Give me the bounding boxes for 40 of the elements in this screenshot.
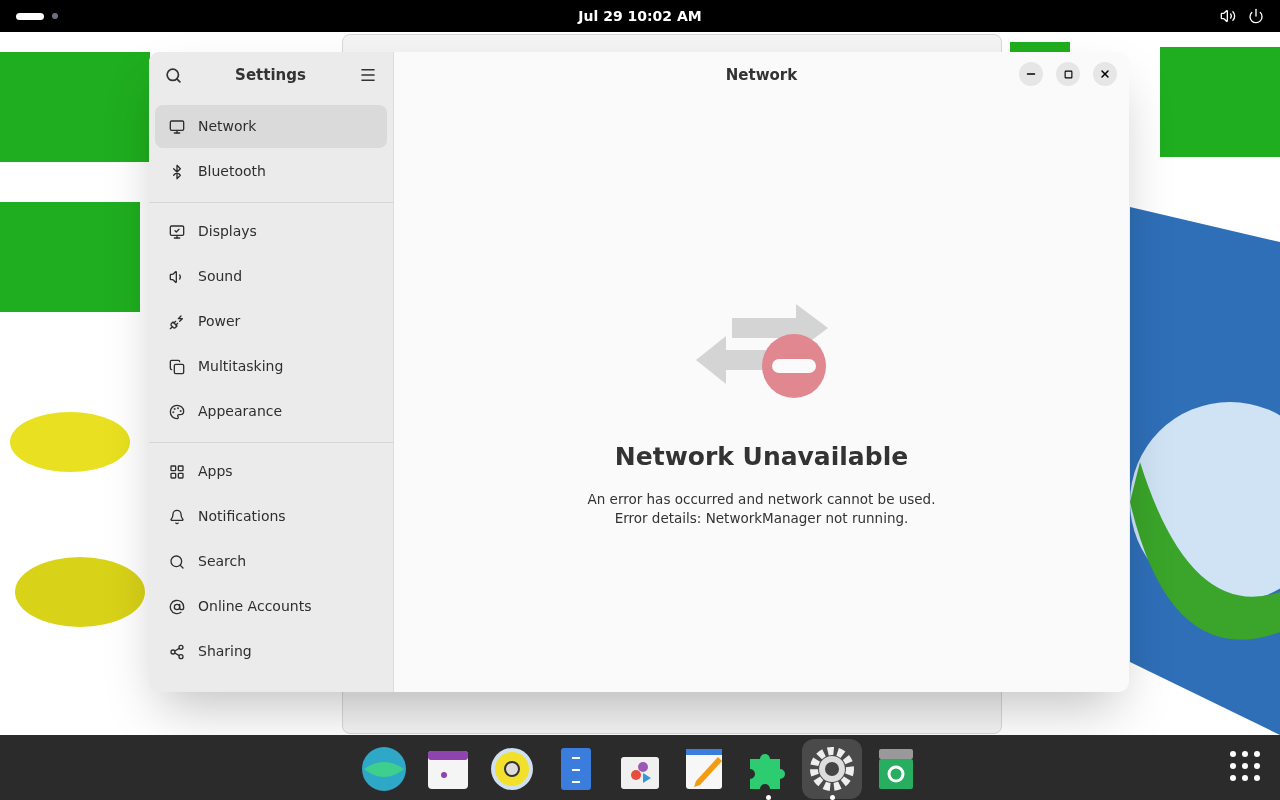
status-message: An error has occurred and network cannot be used. xyxy=(587,489,936,509)
status-heading: Network Unavailable xyxy=(614,441,909,473)
sidebar-item[interactable]: Bluetooth xyxy=(155,150,387,193)
plug-icon xyxy=(169,313,185,330)
search-icon[interactable] xyxy=(165,66,182,84)
palette-icon xyxy=(169,403,185,420)
sidebar-item[interactable]: Multitasking xyxy=(155,345,387,388)
sidebar-item[interactable]: Apps xyxy=(155,450,387,493)
close-button[interactable] xyxy=(1093,62,1117,86)
menu-icon[interactable] xyxy=(359,66,377,84)
maximize-icon xyxy=(1063,69,1073,79)
sidebar-item[interactable]: Appearance xyxy=(155,390,387,433)
display-icon xyxy=(169,223,185,240)
power-icon[interactable] xyxy=(1248,8,1264,24)
sidebar-item[interactable]: Search xyxy=(155,540,387,583)
share-icon xyxy=(169,643,185,660)
workspace-indicator-icon[interactable] xyxy=(16,12,58,20)
sidebar-item[interactable]: Power xyxy=(155,300,387,343)
sidebar-item[interactable]: Online Accounts xyxy=(155,585,387,628)
at-sign-icon xyxy=(169,598,185,615)
sidebar-title: Settings xyxy=(235,64,306,86)
sidebar-item[interactable]: Sharing xyxy=(155,630,387,673)
maximize-button[interactable] xyxy=(1056,62,1080,86)
clock[interactable]: Jul 29 10:02 AM xyxy=(578,6,702,26)
sidebar-item[interactable]: Network xyxy=(155,105,387,148)
search-icon xyxy=(169,553,185,570)
bell-icon xyxy=(169,508,185,525)
window-title: Network xyxy=(725,64,798,86)
status-message: Error details: NetworkManager not running. xyxy=(614,508,909,528)
grid-icon xyxy=(169,463,185,480)
overlapping-squares-icon xyxy=(169,358,185,375)
sidebar-item[interactable]: Displays xyxy=(155,210,387,253)
sidebar-item[interactable]: Notifications xyxy=(155,495,387,538)
minimize-button[interactable] xyxy=(1019,62,1043,86)
app-grid-icon[interactable] xyxy=(1230,751,1260,781)
close-icon xyxy=(1099,68,1111,80)
sidebar-item[interactable]: Sound xyxy=(155,255,387,298)
speaker-icon[interactable] xyxy=(1220,8,1236,24)
computer-icon xyxy=(169,118,185,135)
gear-icon[interactable] xyxy=(802,739,862,799)
